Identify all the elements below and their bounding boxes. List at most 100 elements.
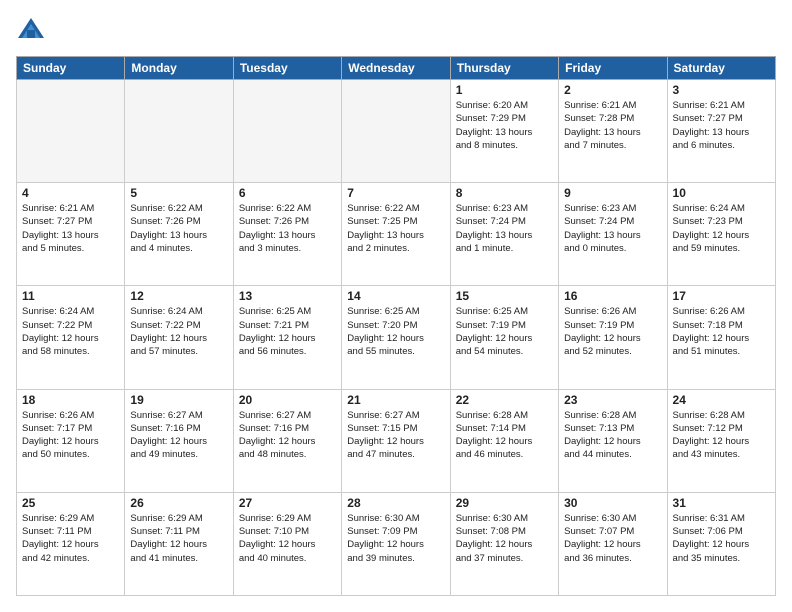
day-info: Sunrise: 6:25 AM Sunset: 7:20 PM Dayligh… [347, 305, 444, 358]
day-cell: 29Sunrise: 6:30 AM Sunset: 7:08 PM Dayli… [450, 492, 558, 595]
day-info: Sunrise: 6:21 AM Sunset: 7:27 PM Dayligh… [673, 99, 770, 152]
calendar-header: SundayMondayTuesdayWednesdayThursdayFrid… [17, 57, 776, 80]
day-header-wednesday: Wednesday [342, 57, 450, 80]
day-info: Sunrise: 6:22 AM Sunset: 7:26 PM Dayligh… [239, 202, 336, 255]
day-cell [342, 80, 450, 183]
day-number: 24 [673, 393, 770, 407]
calendar-table: SundayMondayTuesdayWednesdayThursdayFrid… [16, 56, 776, 596]
day-cell: 21 Sunrise: 6:27 AM Sunset: 7:15 PM Dayli… [342, 389, 450, 492]
day-cell: 16 Sunrise: 6:26 AM Sunset: 7:19 PM Dayli… [559, 286, 667, 389]
day-number: 31 [673, 496, 770, 510]
day-cell: 20Sunrise: 6:27 AM Sunset: 7:16 PM Dayli… [233, 389, 341, 492]
day-number: 17 [673, 289, 770, 303]
day-cell: 8Sunrise: 6:23 AM Sunset: 7:24 PM Daylig… [450, 183, 558, 286]
day-number: 8 [456, 186, 553, 200]
day-cell: 23Sunrise: 6:28 AM Sunset: 7:13 PM Dayli… [559, 389, 667, 492]
day-number: 21 [347, 393, 444, 407]
day-info: Sunrise: 6:24 AM Sunset: 7:22 PM Dayligh… [22, 305, 119, 358]
week-row-4: 18 Sunrise: 6:26 AM Sunset: 7:17 PM Dayli… [17, 389, 776, 492]
week-row-1: 1 Sunrise: 6:20 AM Sunset: 7:29 PM Daylig… [17, 80, 776, 183]
week-row-5: 25 Sunrise: 6:29 AM Sunset: 7:11 PM Dayli… [17, 492, 776, 595]
day-info: Sunrise: 6:29 AM Sunset: 7:10 PM Dayligh… [239, 512, 336, 565]
day-header-friday: Friday [559, 57, 667, 80]
calendar-body: 1 Sunrise: 6:20 AM Sunset: 7:29 PM Daylig… [17, 80, 776, 596]
day-header-thursday: Thursday [450, 57, 558, 80]
day-cell [17, 80, 125, 183]
day-header-saturday: Saturday [667, 57, 775, 80]
day-info: Sunrise: 6:28 AM Sunset: 7:13 PM Dayligh… [564, 409, 661, 462]
day-number: 9 [564, 186, 661, 200]
header [16, 16, 776, 46]
day-number: 3 [673, 83, 770, 97]
day-info: Sunrise: 6:26 AM Sunset: 7:18 PM Dayligh… [673, 305, 770, 358]
day-cell: 3 Sunrise: 6:21 AM Sunset: 7:27 PM Daylig… [667, 80, 775, 183]
day-cell: 27Sunrise: 6:29 AM Sunset: 7:10 PM Dayli… [233, 492, 341, 595]
logo [16, 16, 48, 46]
day-cell: 30 Sunrise: 6:30 AM Sunset: 7:07 PM Dayli… [559, 492, 667, 595]
day-number: 22 [456, 393, 553, 407]
day-cell: 14 Sunrise: 6:25 AM Sunset: 7:20 PM Dayli… [342, 286, 450, 389]
day-cell: 31 Sunrise: 6:31 AM Sunset: 7:06 PM Dayli… [667, 492, 775, 595]
page: SundayMondayTuesdayWednesdayThursdayFrid… [0, 0, 792, 612]
logo-icon [16, 16, 46, 46]
day-cell: 13 Sunrise: 6:25 AM Sunset: 7:21 PM Dayli… [233, 286, 341, 389]
day-info: Sunrise: 6:26 AM Sunset: 7:17 PM Dayligh… [22, 409, 119, 462]
day-cell: 28 Sunrise: 6:30 AM Sunset: 7:09 PM Dayli… [342, 492, 450, 595]
day-info: Sunrise: 6:31 AM Sunset: 7:06 PM Dayligh… [673, 512, 770, 565]
day-info: Sunrise: 6:28 AM Sunset: 7:14 PM Dayligh… [456, 409, 553, 462]
day-number: 28 [347, 496, 444, 510]
day-number: 13 [239, 289, 336, 303]
day-number: 25 [22, 496, 119, 510]
day-info: Sunrise: 6:22 AM Sunset: 7:25 PM Dayligh… [347, 202, 444, 255]
day-info: Sunrise: 6:30 AM Sunset: 7:07 PM Dayligh… [564, 512, 661, 565]
day-info: Sunrise: 6:21 AM Sunset: 7:27 PM Dayligh… [22, 202, 119, 255]
day-info: Sunrise: 6:25 AM Sunset: 7:19 PM Dayligh… [456, 305, 553, 358]
day-number: 30 [564, 496, 661, 510]
day-header-sunday: Sunday [17, 57, 125, 80]
day-info: Sunrise: 6:20 AM Sunset: 7:29 PM Dayligh… [456, 99, 553, 152]
day-info: Sunrise: 6:24 AM Sunset: 7:23 PM Dayligh… [673, 202, 770, 255]
day-info: Sunrise: 6:24 AM Sunset: 7:22 PM Dayligh… [130, 305, 227, 358]
day-cell [125, 80, 233, 183]
day-number: 6 [239, 186, 336, 200]
day-info: Sunrise: 6:21 AM Sunset: 7:28 PM Dayligh… [564, 99, 661, 152]
day-cell: 18 Sunrise: 6:26 AM Sunset: 7:17 PM Dayli… [17, 389, 125, 492]
day-info: Sunrise: 6:27 AM Sunset: 7:16 PM Dayligh… [130, 409, 227, 462]
day-number: 14 [347, 289, 444, 303]
day-cell: 19Sunrise: 6:27 AM Sunset: 7:16 PM Dayli… [125, 389, 233, 492]
day-header-monday: Monday [125, 57, 233, 80]
day-info: Sunrise: 6:26 AM Sunset: 7:19 PM Dayligh… [564, 305, 661, 358]
day-number: 20 [239, 393, 336, 407]
day-info: Sunrise: 6:30 AM Sunset: 7:09 PM Dayligh… [347, 512, 444, 565]
day-cell: 7 Sunrise: 6:22 AM Sunset: 7:25 PM Daylig… [342, 183, 450, 286]
day-number: 29 [456, 496, 553, 510]
day-cell: 22 Sunrise: 6:28 AM Sunset: 7:14 PM Dayli… [450, 389, 558, 492]
day-info: Sunrise: 6:29 AM Sunset: 7:11 PM Dayligh… [130, 512, 227, 565]
day-number: 18 [22, 393, 119, 407]
day-number: 26 [130, 496, 227, 510]
day-number: 5 [130, 186, 227, 200]
day-number: 7 [347, 186, 444, 200]
day-cell: 5 Sunrise: 6:22 AM Sunset: 7:26 PM Daylig… [125, 183, 233, 286]
day-cell: 1 Sunrise: 6:20 AM Sunset: 7:29 PM Daylig… [450, 80, 558, 183]
day-number: 16 [564, 289, 661, 303]
day-cell: 10 Sunrise: 6:24 AM Sunset: 7:23 PM Dayli… [667, 183, 775, 286]
day-number: 4 [22, 186, 119, 200]
day-info: Sunrise: 6:27 AM Sunset: 7:15 PM Dayligh… [347, 409, 444, 462]
day-cell: 24Sunrise: 6:28 AM Sunset: 7:12 PM Dayli… [667, 389, 775, 492]
day-info: Sunrise: 6:22 AM Sunset: 7:26 PM Dayligh… [130, 202, 227, 255]
day-cell: 9 Sunrise: 6:23 AM Sunset: 7:24 PM Daylig… [559, 183, 667, 286]
day-cell: 4 Sunrise: 6:21 AM Sunset: 7:27 PM Daylig… [17, 183, 125, 286]
day-cell: 6 Sunrise: 6:22 AM Sunset: 7:26 PM Daylig… [233, 183, 341, 286]
day-cell: 26 Sunrise: 6:29 AM Sunset: 7:11 PM Dayli… [125, 492, 233, 595]
day-cell: 17 Sunrise: 6:26 AM Sunset: 7:18 PM Dayli… [667, 286, 775, 389]
day-number: 11 [22, 289, 119, 303]
header-row: SundayMondayTuesdayWednesdayThursdayFrid… [17, 57, 776, 80]
day-number: 1 [456, 83, 553, 97]
day-info: Sunrise: 6:25 AM Sunset: 7:21 PM Dayligh… [239, 305, 336, 358]
day-number: 10 [673, 186, 770, 200]
day-cell: 11 Sunrise: 6:24 AM Sunset: 7:22 PM Dayli… [17, 286, 125, 389]
day-cell: 12Sunrise: 6:24 AM Sunset: 7:22 PM Dayli… [125, 286, 233, 389]
day-cell [233, 80, 341, 183]
day-info: Sunrise: 6:23 AM Sunset: 7:24 PM Dayligh… [564, 202, 661, 255]
